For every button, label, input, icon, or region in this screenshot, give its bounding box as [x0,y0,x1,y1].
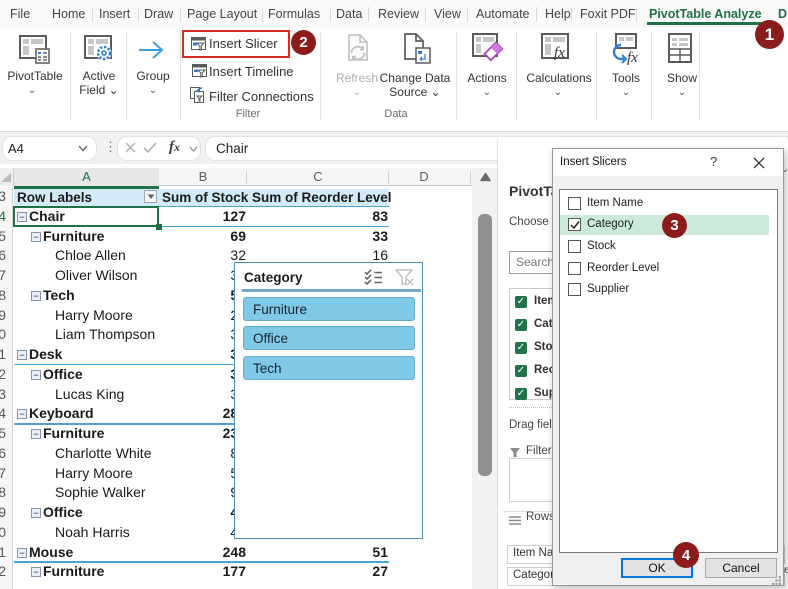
svg-text:fx: fx [554,45,565,61]
svg-text:fx: fx [627,50,638,65]
